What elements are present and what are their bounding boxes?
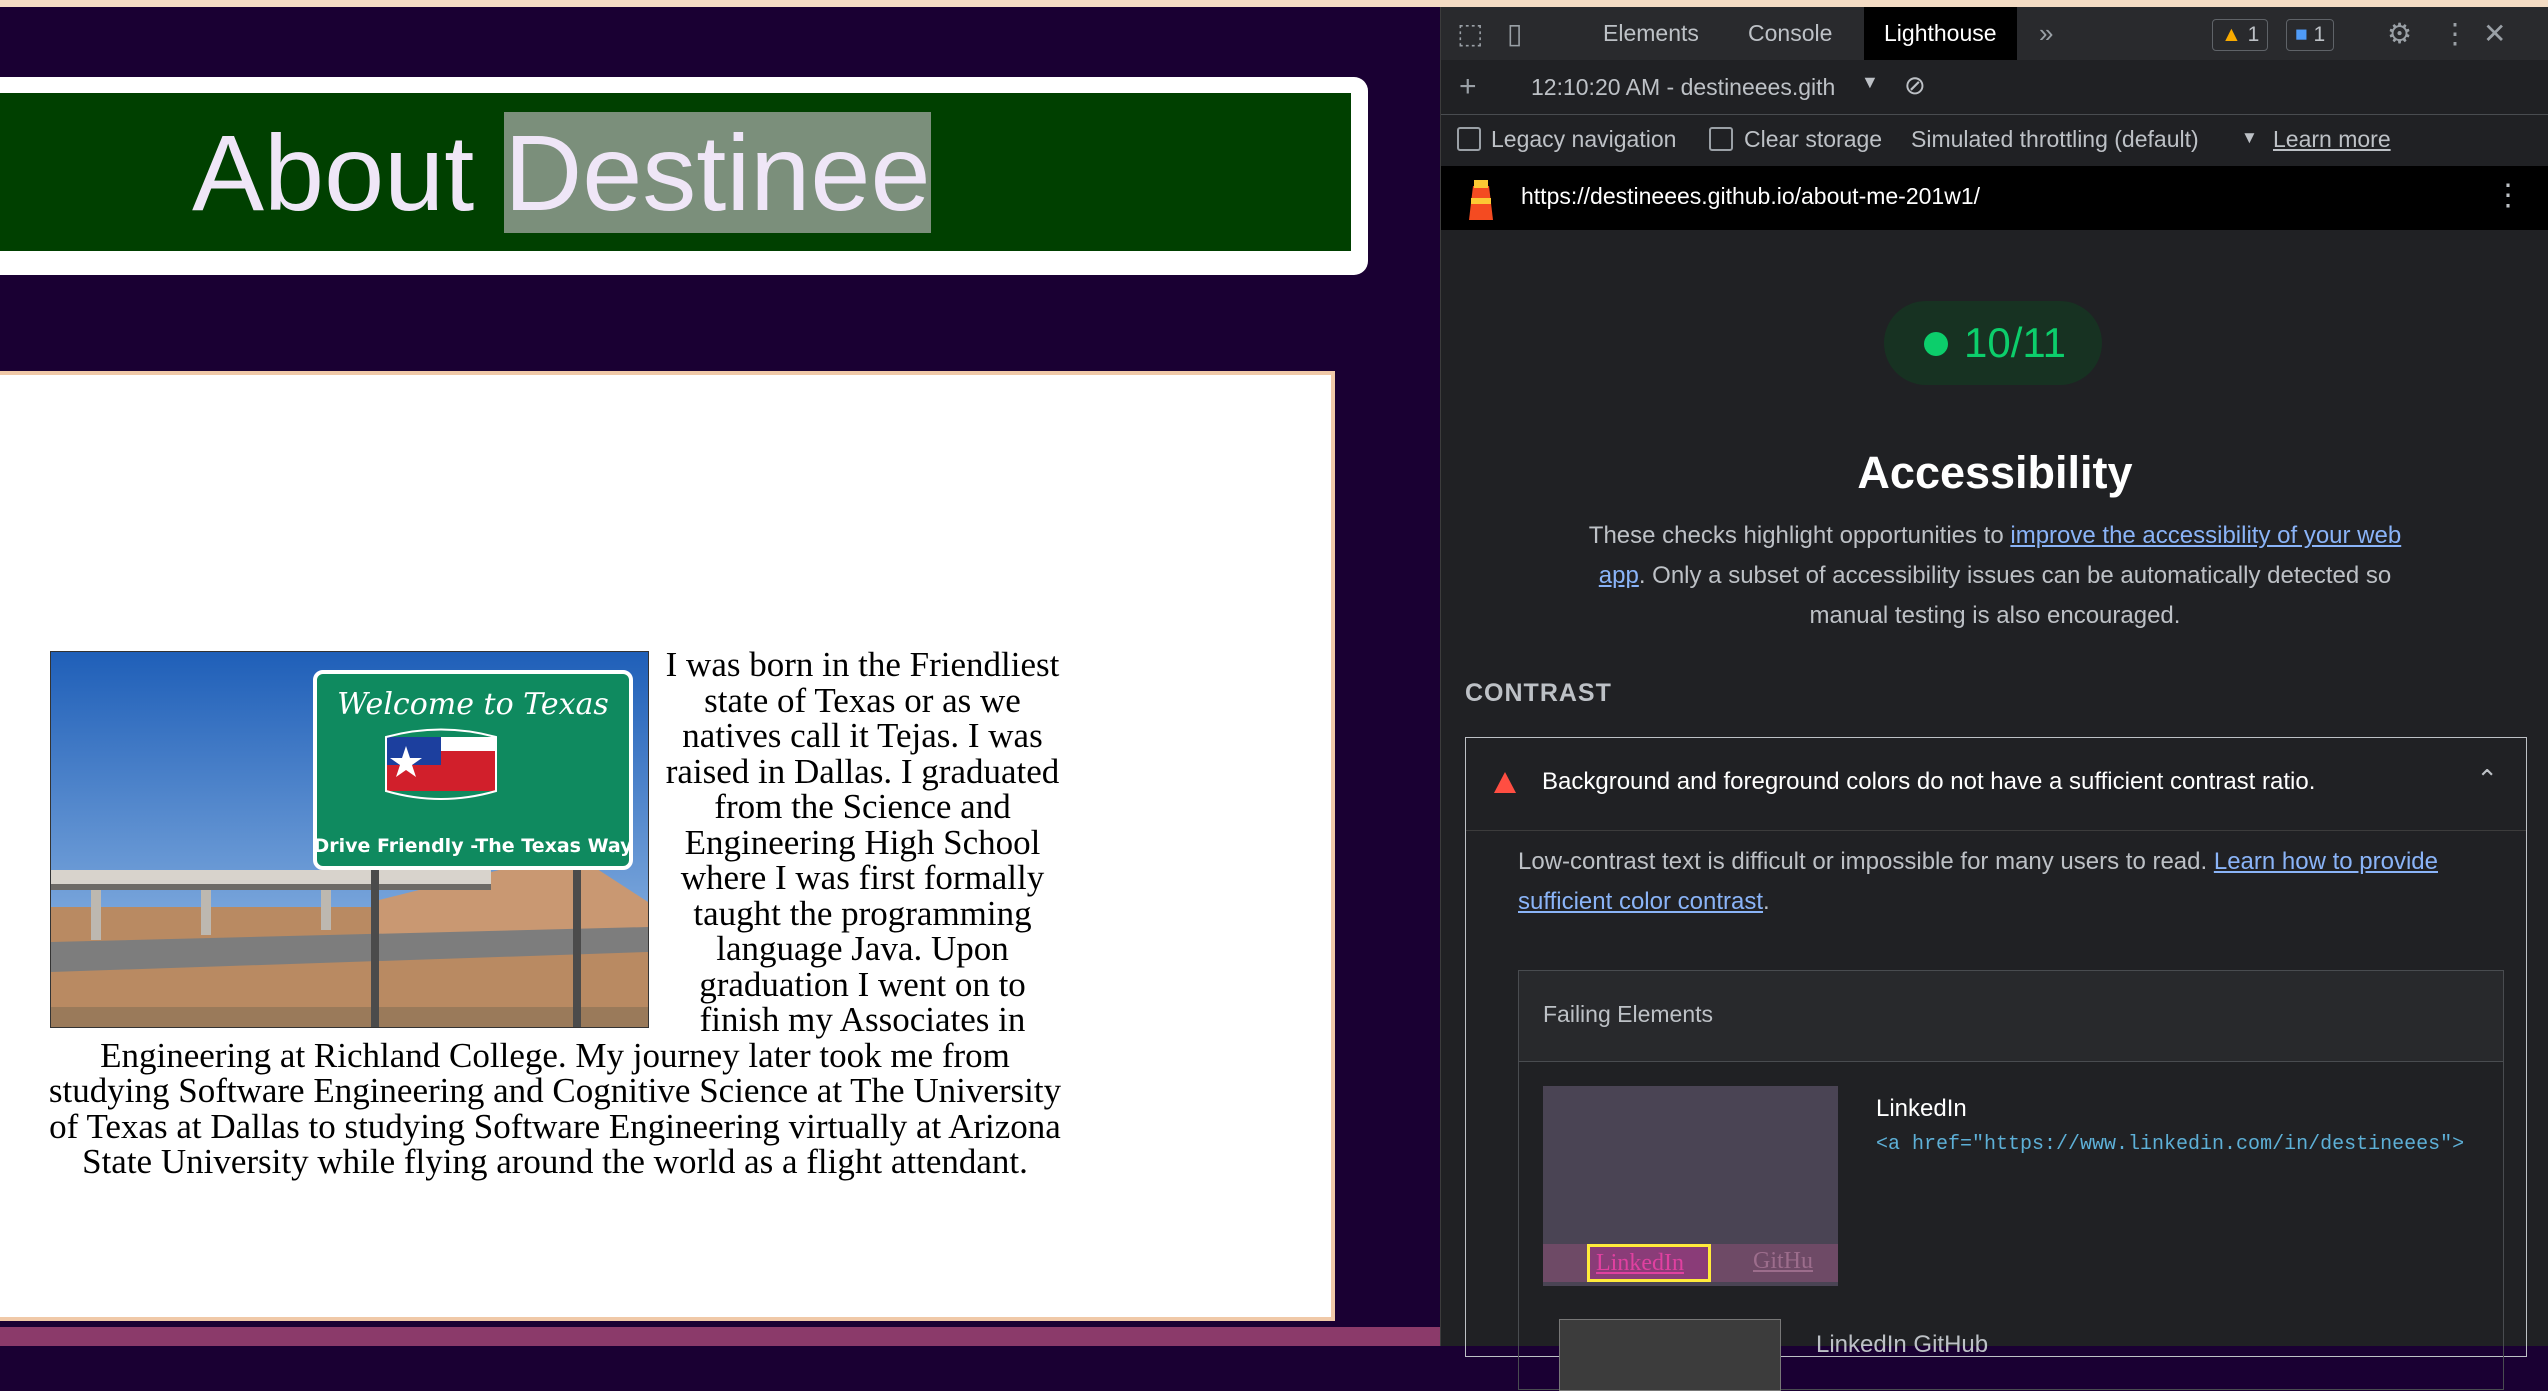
page-title-prefix: About bbox=[192, 112, 505, 233]
thumbnail-highlight: LinkedIn bbox=[1587, 1244, 1711, 1282]
report-url: https://destineees.github.io/about-me-20… bbox=[1521, 183, 1981, 209]
thumbnail-text: LinkedIn bbox=[1596, 1250, 1684, 1276]
description-text-2: . Only a subset of accessibility issues … bbox=[1638, 562, 2392, 629]
audit-description: Low-contrast text is difficult or imposs… bbox=[1518, 842, 2468, 922]
tab-elements[interactable]: Elements bbox=[1603, 7, 1699, 60]
failing-node-snippet[interactable]: <a href="https://www.linkedin.com/in/des… bbox=[1876, 1133, 2464, 1156]
audit-desc-text: Low-contrast text is difficult or imposs… bbox=[1518, 848, 2214, 875]
warning-icon: ▲ bbox=[2221, 23, 2242, 46]
category-description: These checks highlight opportunities to … bbox=[1581, 516, 2409, 636]
legacy-navigation-label: Legacy navigation bbox=[1491, 126, 1677, 152]
description-text-1: These checks highlight opportunities to bbox=[1588, 522, 2011, 549]
fail-triangle-icon bbox=[1494, 772, 1516, 793]
failing-elements-table: Failing Elements LinkedIn GitHu LinkedIn… bbox=[1518, 970, 2504, 1391]
messages-count: 1 bbox=[2313, 23, 2326, 46]
sign-line1: Welcome to Texas bbox=[337, 687, 609, 722]
legacy-navigation-checkbox[interactable] bbox=[1457, 127, 1481, 151]
devtools-panel: ⬚ ▯ Elements Console Lighthouse » ▲ 1 ■ … bbox=[1440, 7, 2548, 1391]
web-page: About Destinee Welcome to Texas Drive Fr… bbox=[0, 7, 1440, 1346]
audit-desc-end: . bbox=[1763, 888, 1770, 915]
texas-photo-image: Welcome to Texas Drive Friendly -The Tex… bbox=[51, 652, 648, 1027]
group-header-contrast: CONTRAST bbox=[1465, 679, 1612, 707]
failing-node-label-2: LinkedIn GitHub bbox=[1816, 1331, 1989, 1358]
page-title: About Destinee bbox=[192, 107, 931, 239]
audit-title: Background and foreground colors do not … bbox=[1542, 768, 2316, 795]
throttling-label: Simulated throttling (default) bbox=[1911, 126, 2199, 152]
report-url-bar: https://destineees.github.io/about-me-20… bbox=[1441, 166, 2548, 230]
failing-node-label: LinkedIn bbox=[1876, 1095, 1967, 1122]
close-icon[interactable]: ✕ bbox=[2483, 7, 2506, 60]
devtools-tab-bar: ⬚ ▯ Elements Console Lighthouse » ▲ 1 ■ … bbox=[1441, 7, 2548, 61]
tab-lighthouse[interactable]: Lighthouse bbox=[1864, 7, 2017, 60]
kebab-menu-icon[interactable]: ⋮ bbox=[2441, 7, 2469, 60]
tab-console[interactable]: Console bbox=[1748, 7, 1832, 60]
warnings-count: 1 bbox=[2247, 23, 2260, 46]
page-bottom-bar bbox=[0, 1327, 1440, 1346]
sign-line2: Drive Friendly -The Texas Way bbox=[313, 835, 633, 857]
element-screenshot-thumbnail[interactable]: LinkedIn GitHu bbox=[1543, 1086, 1838, 1286]
score-pass-icon bbox=[1924, 332, 1948, 356]
contrast-audit: Background and foreground colors do not … bbox=[1465, 737, 2527, 1391]
failing-elements-label: Failing Elements bbox=[1543, 1001, 1714, 1027]
clear-report-icon[interactable]: ⊘ bbox=[1904, 70, 1926, 101]
clear-storage-checkbox[interactable] bbox=[1709, 127, 1733, 151]
element-screenshot-thumbnail-2[interactable] bbox=[1559, 1319, 1781, 1391]
audit-header[interactable]: Background and foreground colors do not … bbox=[1466, 738, 2526, 831]
lighthouse-toolbar: + 12:10:20 AM - destineees.gith ▼ ⊘ bbox=[1441, 60, 2548, 115]
page-title-highlight: Destinee bbox=[504, 112, 931, 233]
gear-icon[interactable]: ⚙ bbox=[2387, 7, 2412, 60]
throttling-dropdown-icon[interactable]: ▼ bbox=[2241, 128, 2258, 148]
warnings-badge[interactable]: ▲ 1 bbox=[2212, 19, 2269, 51]
thumbnail-ghost-text: GitHu bbox=[1753, 1248, 1813, 1274]
chevron-up-icon[interactable]: ⌃ bbox=[2476, 764, 2498, 795]
window-top-border bbox=[0, 0, 2548, 7]
lighthouse-options: Legacy navigation Clear storage Simulate… bbox=[1441, 114, 2548, 167]
category-title: Accessibility bbox=[1857, 447, 2133, 498]
inspect-element-icon[interactable]: ⬚ bbox=[1457, 7, 1483, 60]
message-icon: ■ bbox=[2295, 23, 2308, 46]
learn-more-link[interactable]: Learn more bbox=[2273, 126, 2391, 153]
accessibility-score: 10/11 bbox=[1884, 301, 2102, 385]
failing-elements-header: Failing Elements bbox=[1519, 971, 2503, 1062]
lighthouse-logo-icon bbox=[1469, 180, 1493, 220]
clear-storage-label: Clear storage bbox=[1744, 126, 1883, 152]
more-tabs-icon[interactable]: » bbox=[2039, 7, 2053, 60]
texas-sign-photo: Welcome to Texas Drive Friendly -The Tex… bbox=[50, 651, 649, 1028]
device-toolbar-icon[interactable]: ▯ bbox=[1507, 7, 1522, 60]
score-value: 10/11 bbox=[1964, 319, 2066, 366]
story-block: Welcome to Texas Drive Friendly -The Tex… bbox=[40, 647, 1070, 1180]
report-menu-icon[interactable]: ⋮ bbox=[2493, 178, 2523, 213]
dropdown-arrow-icon[interactable]: ▼ bbox=[1861, 72, 1879, 93]
plus-icon[interactable]: + bbox=[1459, 60, 1477, 114]
messages-badge[interactable]: ■ 1 bbox=[2286, 19, 2335, 51]
report-selector[interactable]: 12:10:20 AM - destineees.gith bbox=[1531, 74, 1835, 101]
